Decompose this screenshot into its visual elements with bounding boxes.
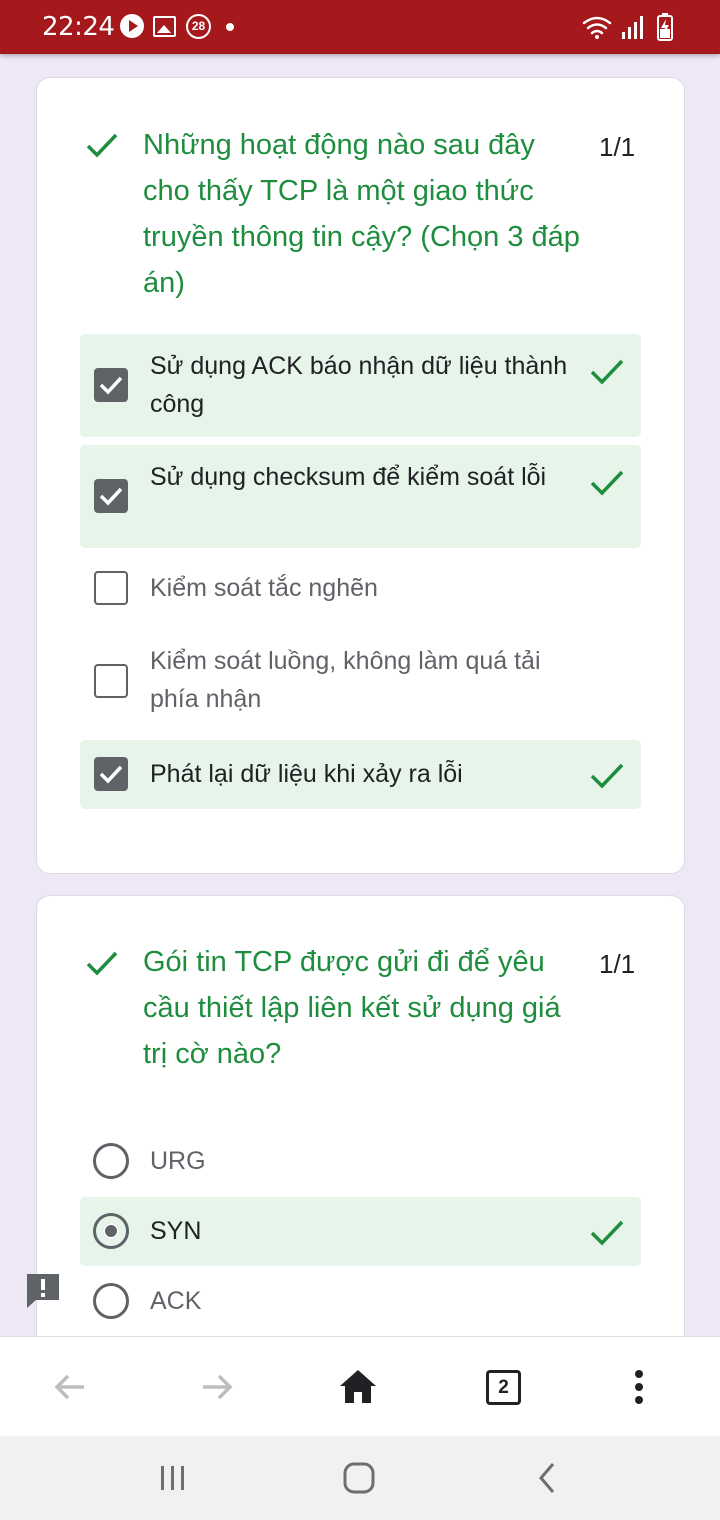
option-congestion-control[interactable]: Kiểm soát tắc nghẽn xyxy=(80,553,641,623)
dot-icon xyxy=(226,23,234,31)
option-ack-flag[interactable]: ACK xyxy=(80,1266,641,1336)
correct-check-icon xyxy=(86,133,118,158)
radio-selected[interactable] xyxy=(93,1213,129,1249)
question-score: 1/1 xyxy=(599,132,636,162)
checkbox-checked[interactable] xyxy=(94,368,128,402)
more-menu-icon[interactable] xyxy=(617,1365,661,1409)
system-nav-bar xyxy=(0,1436,720,1520)
notification-badge: 28 xyxy=(186,14,211,39)
system-back-icon[interactable] xyxy=(530,1460,566,1496)
question-score: 1/1 xyxy=(599,949,636,979)
recent-apps-icon[interactable] xyxy=(155,1460,191,1496)
status-right-icons xyxy=(582,13,673,41)
checkbox-unchecked[interactable] xyxy=(94,571,128,605)
option-label: Phát lại dữ liệu khi xảy ra lỗi xyxy=(150,760,463,788)
browser-toolbar: 2 xyxy=(0,1336,720,1436)
play-icon xyxy=(120,14,144,38)
option-flow-control[interactable]: Kiểm soát luồng, không làm quá tải phía … xyxy=(80,631,641,731)
option-label: Sử dụng ACK báo nhận dữ liệu thành công xyxy=(150,352,568,418)
correct-check-icon xyxy=(590,763,624,789)
option-urg[interactable]: URG xyxy=(80,1126,641,1196)
option-ack[interactable]: Sử dụng ACK báo nhận dữ liệu thành công xyxy=(80,334,641,437)
option-label: Kiểm soát tắc nghẽn xyxy=(150,574,378,602)
report-feedback-icon[interactable] xyxy=(24,1271,62,1309)
checkmark-icon xyxy=(99,376,123,395)
correct-check-icon xyxy=(590,1220,624,1246)
correct-check-icon xyxy=(86,951,118,976)
forward-arrow-icon[interactable] xyxy=(195,1365,239,1409)
option-label: SYN xyxy=(150,1217,202,1245)
checkmark-icon xyxy=(99,487,123,506)
radio-unselected[interactable] xyxy=(93,1143,129,1179)
option-label: URG xyxy=(150,1147,206,1175)
option-syn[interactable]: SYN xyxy=(80,1197,641,1266)
status-bar: 22:24 28 xyxy=(0,0,720,54)
option-label: ACK xyxy=(150,1287,202,1315)
image-icon xyxy=(153,16,176,37)
battery-icon xyxy=(657,13,673,41)
radio-unselected[interactable] xyxy=(93,1283,129,1319)
question-card-1: Những hoạt động nào sau đây cho thấy TCP… xyxy=(36,77,685,874)
home-button-icon[interactable] xyxy=(341,1460,377,1496)
signal-icon xyxy=(622,16,643,39)
option-checksum[interactable]: Sử dụng checksum để kiểm soát lỗi xyxy=(80,445,641,548)
correct-check-icon xyxy=(590,470,624,496)
option-label: Sử dụng checksum để kiểm soát lỗi xyxy=(150,463,547,491)
tab-switcher[interactable]: 2 xyxy=(486,1370,521,1405)
option-label: Kiểm soát luồng, không làm quá tải phía … xyxy=(150,647,541,713)
checkbox-checked[interactable] xyxy=(94,757,128,791)
checkmark-icon xyxy=(99,765,123,784)
home-icon[interactable] xyxy=(336,1365,380,1409)
back-arrow-icon[interactable] xyxy=(48,1365,92,1409)
option-retransmit[interactable]: Phát lại dữ liệu khi xảy ra lỗi xyxy=(80,740,641,809)
correct-check-icon xyxy=(590,359,624,385)
checkbox-checked[interactable] xyxy=(94,479,128,513)
question-text: Những hoạt động nào sau đây cho thấy TCP… xyxy=(143,129,580,299)
checkbox-unchecked[interactable] xyxy=(94,664,128,698)
question-text: Gói tin TCP được gửi đi để yêu cầu thiết… xyxy=(143,946,561,1070)
wifi-icon xyxy=(582,16,612,35)
status-time: 22:24 xyxy=(42,12,115,42)
